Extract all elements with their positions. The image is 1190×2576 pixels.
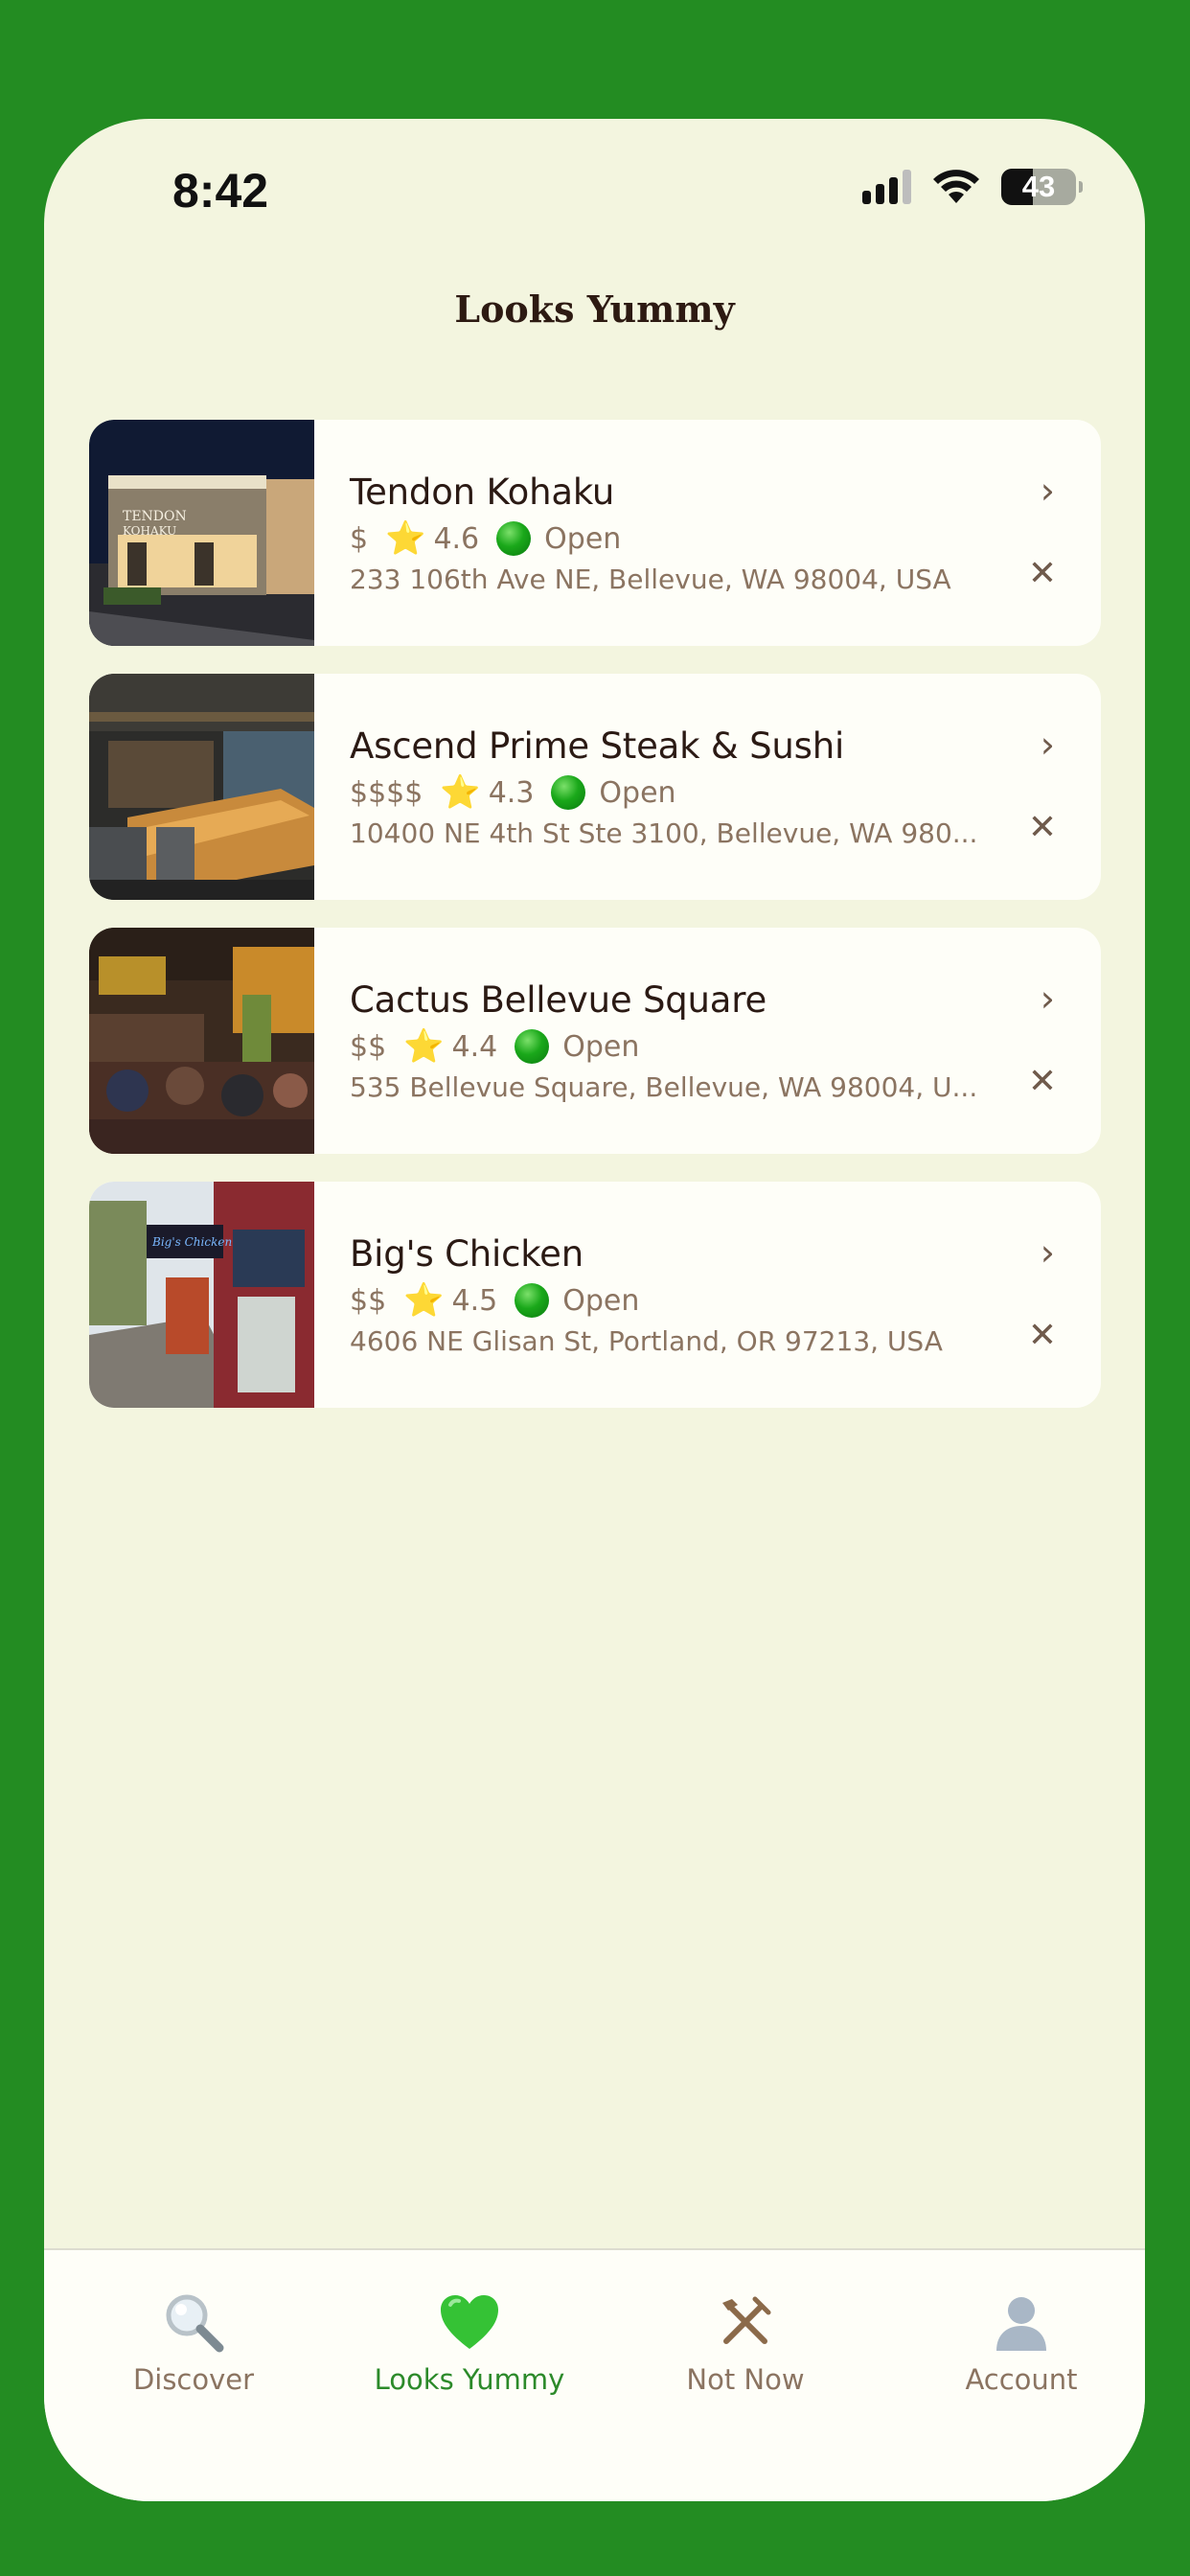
open-status-icon — [496, 521, 532, 556]
tab-label: Looks Yummy — [374, 2363, 565, 2396]
open-status-icon — [515, 1029, 550, 1064]
restaurant-list: TENDON KOHAKU Tendon Kohaku $ ⭐ 4.6 Open… — [89, 420, 1101, 1436]
status-bar: 8:42 43 — [44, 119, 1145, 263]
restaurant-photo — [89, 928, 314, 1154]
rating: 4.3 — [488, 775, 535, 810]
dismiss-icon[interactable]: ✕ — [1028, 1062, 1057, 1101]
restaurant-address: 233 106th Ave NE, Bellevue, WA 98004, US… — [350, 564, 951, 595]
tab-label: Account — [965, 2363, 1078, 2396]
chevron-right-icon[interactable]: › — [1041, 724, 1055, 766]
battery-icon: 43 — [1001, 169, 1083, 205]
chevron-right-icon[interactable]: › — [1041, 978, 1055, 1020]
svg-text:TENDON: TENDON — [123, 509, 187, 524]
dismiss-icon[interactable]: ✕ — [1028, 808, 1057, 847]
tab-looks-yummy[interactable]: Looks Yummy — [345, 2288, 594, 2396]
restaurant-photo: TENDON KOHAKU — [89, 420, 314, 646]
tab-label: Not Now — [686, 2363, 805, 2396]
restaurant-meta: $$ ⭐ 4.5 Open — [350, 1281, 639, 1320]
svg-text:Big's Chicken: Big's Chicken — [151, 1235, 232, 1249]
rating: 4.6 — [433, 521, 480, 556]
cellular-signal-icon — [862, 170, 911, 204]
svg-text:KOHAKU: KOHAKU — [123, 524, 176, 538]
price-level: $ — [350, 521, 369, 556]
restaurant-photo — [89, 674, 314, 900]
restaurant-name: Ascend Prime Steak & Sushi — [350, 725, 845, 767]
restaurant-card[interactable]: Ascend Prime Steak & Sushi $$$$ ⭐ 4.3 Op… — [89, 674, 1101, 900]
open-status: Open — [544, 521, 622, 556]
status-icons: 43 — [862, 169, 1083, 205]
star-icon: ⭐ — [403, 1027, 445, 1066]
phone-screen: 8:42 43 Looks Yummy TENDON KOHAKU Tendon… — [44, 119, 1145, 2501]
green-heart-icon — [345, 2288, 594, 2356]
restaurant-card[interactable]: Big's Chicken Big's Chicken $$ ⭐ 4.5 Ope… — [89, 1182, 1101, 1408]
restaurant-name: Big's Chicken — [350, 1233, 584, 1275]
status-time: 8:42 — [172, 164, 269, 218]
magnifier-icon — [69, 2288, 318, 2356]
restaurant-card[interactable]: TENDON KOHAKU Tendon Kohaku $ ⭐ 4.6 Open… — [89, 420, 1101, 646]
restaurant-address: 535 Bellevue Square, Bellevue, WA 98004,… — [350, 1071, 978, 1103]
restaurant-meta: $$$$ ⭐ 4.3 Open — [350, 773, 676, 812]
tab-bar: Discover Looks Yummy Not Now Account — [44, 2248, 1145, 2501]
open-status: Open — [562, 1283, 640, 1318]
price-level: $$ — [350, 1283, 387, 1318]
tab-discover[interactable]: Discover — [69, 2288, 318, 2396]
rating: 4.5 — [451, 1283, 498, 1318]
chevron-right-icon[interactable]: › — [1041, 1231, 1055, 1274]
dismiss-icon[interactable]: ✕ — [1028, 554, 1057, 593]
open-status-icon — [551, 775, 586, 810]
crossed-utensils-icon — [621, 2288, 870, 2356]
price-level: $$ — [350, 1029, 387, 1064]
wifi-icon — [933, 170, 979, 203]
restaurant-meta: $ ⭐ 4.6 Open — [350, 519, 621, 558]
open-status-icon — [515, 1283, 550, 1318]
star-icon: ⭐ — [385, 519, 426, 558]
chevron-right-icon[interactable]: › — [1041, 470, 1055, 512]
user-silhouette-icon — [897, 2288, 1145, 2356]
tab-not-now[interactable]: Not Now — [621, 2288, 870, 2396]
rating: 4.4 — [451, 1029, 498, 1064]
star-icon: ⭐ — [440, 773, 481, 812]
dismiss-icon[interactable]: ✕ — [1028, 1316, 1057, 1355]
page-title: Looks Yummy — [454, 288, 735, 331]
battery-level: 43 — [1021, 170, 1056, 203]
restaurant-name: Cactus Bellevue Square — [350, 979, 767, 1021]
open-status: Open — [562, 1029, 640, 1064]
restaurant-address: 4606 NE Glisan St, Portland, OR 97213, U… — [350, 1325, 943, 1357]
price-level: $$$$ — [350, 775, 423, 810]
restaurant-photo: Big's Chicken — [89, 1182, 314, 1408]
open-status: Open — [599, 775, 676, 810]
restaurant-name: Tendon Kohaku — [350, 472, 615, 513]
tab-label: Discover — [132, 2363, 255, 2396]
tab-account[interactable]: Account — [897, 2288, 1145, 2396]
restaurant-address: 10400 NE 4th St Ste 3100, Bellevue, WA 9… — [350, 817, 978, 849]
restaurant-meta: $$ ⭐ 4.4 Open — [350, 1027, 639, 1066]
star-icon: ⭐ — [403, 1281, 445, 1320]
restaurant-card[interactable]: Cactus Bellevue Square $$ ⭐ 4.4 Open 535… — [89, 928, 1101, 1154]
